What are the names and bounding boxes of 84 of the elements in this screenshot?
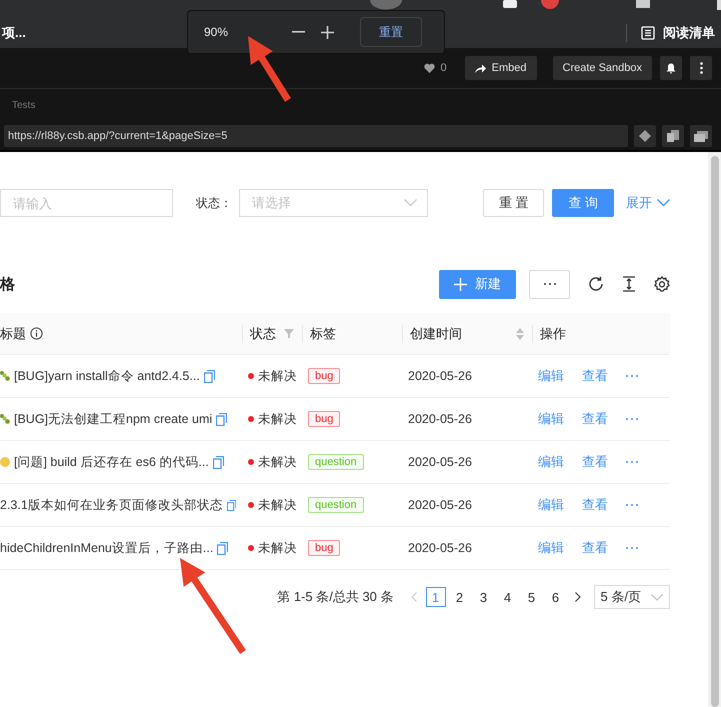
page-button[interactable]: 5: [522, 587, 542, 607]
page-button[interactable]: 3: [474, 587, 494, 607]
action-link[interactable]: 编辑: [538, 539, 564, 557]
status-text: 未解决: [258, 540, 297, 556]
search-button[interactable]: 查 询: [552, 189, 614, 217]
url-field[interactable]: https://rl88y.csb.app/?current=1&pageSize=5: [4, 125, 628, 147]
annotation-arrow: [248, 36, 291, 102]
tag: question: [308, 497, 364, 513]
tag: bug: [308, 540, 340, 556]
date-cell: 2020-05-26: [408, 455, 472, 469]
sort-icon[interactable]: [516, 328, 524, 340]
tab-title[interactable]: 项...: [2, 24, 26, 42]
settings-icon[interactable]: [654, 276, 670, 292]
caterpillar-icon: [0, 371, 10, 381]
reset-zoom-button[interactable]: 重置: [360, 17, 422, 47]
status-dot: [248, 545, 254, 551]
action-link[interactable]: 编辑: [538, 496, 564, 514]
copy-icon[interactable]: [662, 125, 684, 147]
action-link[interactable]: 编辑: [538, 453, 564, 471]
more-icon[interactable]: [690, 56, 712, 80]
status-dot: [248, 502, 254, 508]
share-icon[interactable]: [474, 64, 486, 72]
caterpillar-icon: [0, 414, 10, 424]
page-button[interactable]: 6: [546, 587, 566, 607]
action-link[interactable]: 查看: [582, 367, 608, 385]
reload-icon[interactable]: [588, 276, 604, 292]
status-dot: [248, 459, 254, 465]
date-cell: 2020-05-26: [408, 369, 472, 383]
new-button[interactable]: 新建: [439, 270, 516, 298]
title-cell: hideChildrenInMenu设置后，子路由...: [0, 540, 214, 556]
page-button[interactable]: 1: [426, 587, 446, 607]
status-text: 未解决: [258, 454, 297, 470]
action-link[interactable]: 查看: [582, 539, 608, 557]
date-cell: 2020-05-26: [408, 541, 472, 555]
title-cell: 2.3.1版本如何在业务页面修改头部状态: [0, 496, 223, 514]
window-icon[interactable]: [690, 125, 712, 147]
heart-icon[interactable]: [424, 63, 435, 73]
create-sandbox-button[interactable]: Create Sandbox: [552, 56, 652, 80]
chevron-down-icon[interactable]: [404, 199, 417, 207]
title-cell: [BUG]无法创建工程npm create umi: [14, 410, 212, 428]
density-icon[interactable]: [622, 276, 636, 292]
embed-button[interactable]: Embed: [464, 56, 536, 80]
title-cell: [BUG]yarn install命令 antd2.4.5...: [14, 368, 200, 384]
page-button[interactable]: 4: [498, 587, 518, 607]
action-link[interactable]: 编辑: [538, 367, 564, 385]
chevron-down-icon[interactable]: [651, 594, 663, 600]
action-link[interactable]: 编辑: [538, 410, 564, 428]
status-label: 状态：: [196, 194, 232, 212]
tag: question: [308, 454, 364, 470]
tag: bug: [308, 368, 340, 384]
panel-label[interactable]: Tests: [12, 100, 36, 111]
status-dot: [248, 416, 254, 422]
action-link[interactable]: 查看: [582, 410, 608, 428]
header-label: 状态: [250, 324, 276, 342]
page-button[interactable]: 2: [450, 587, 470, 607]
header-label: 标签: [310, 324, 336, 342]
status-dot: [248, 373, 254, 379]
zoom-level: 90%: [204, 25, 230, 39]
title-input-field[interactable]: 请输入: [0, 189, 173, 217]
status-select[interactable]: 请选择: [239, 189, 428, 217]
header-label: 创建时间: [410, 324, 462, 342]
action-link[interactable]: 查看: [582, 453, 608, 471]
date-cell: 2020-05-26: [408, 412, 472, 426]
page-size-select[interactable]: 5 条/页: [594, 585, 670, 609]
expand-link[interactable]: 展开: [620, 194, 670, 212]
title-cell: [问题] build 后还存在 es6 的代码...: [14, 454, 209, 470]
bell-icon[interactable]: [660, 56, 682, 80]
like-count: 0: [440, 62, 447, 74]
pagination-summary: 第 1-5 条/总共 30 条: [277, 588, 394, 606]
status-text: 未解决: [258, 410, 297, 428]
filter-icon[interactable]: [284, 328, 294, 338]
list-icon[interactable]: [641, 26, 655, 40]
reset-button[interactable]: 重 置: [482, 189, 544, 217]
header-label: 操作: [540, 324, 566, 342]
tag: bug: [308, 411, 340, 427]
date-cell: 2020-05-26: [408, 498, 472, 512]
info-icon[interactable]: [30, 327, 43, 340]
header-label: 标题: [0, 324, 26, 342]
scrollbar-thumb[interactable]: [711, 156, 719, 707]
status-text: 未解决: [258, 368, 297, 384]
reading-list-label[interactable]: 阅读清单: [663, 24, 715, 42]
action-link[interactable]: 查看: [582, 496, 608, 514]
status-text: 未解决: [258, 496, 297, 514]
chevron-down-icon[interactable]: [657, 199, 670, 207]
